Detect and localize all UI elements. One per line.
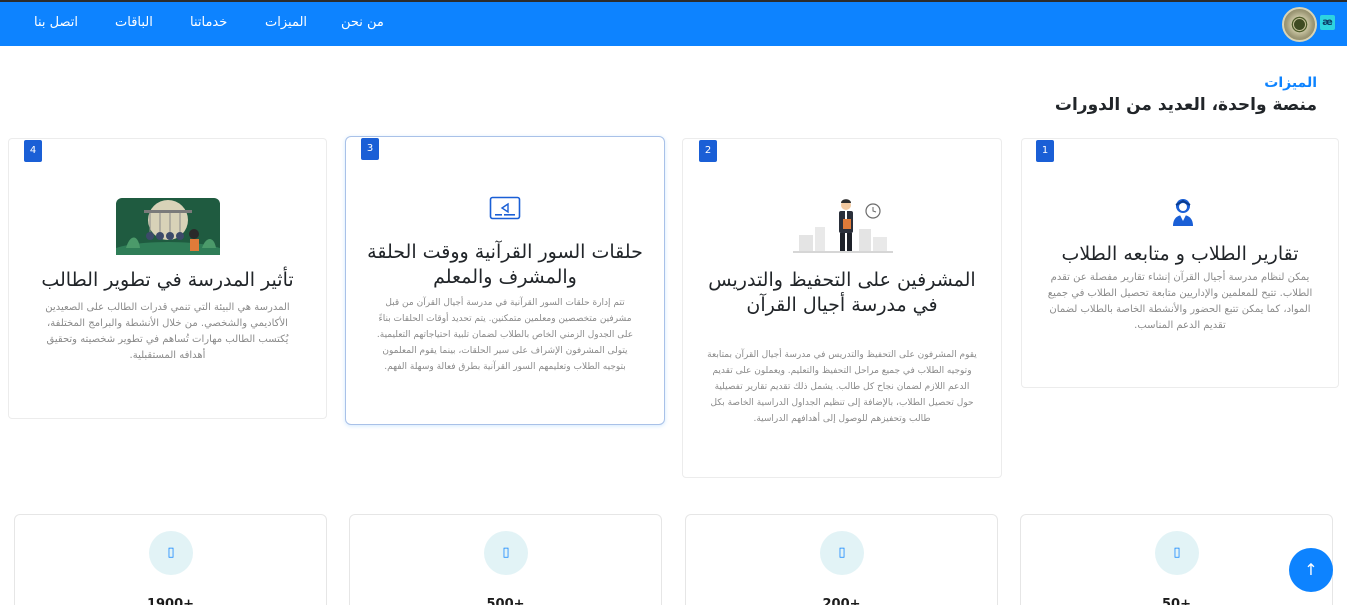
nav-link-services[interactable]: خدماتنا — [190, 15, 227, 30]
nav-link-features[interactable]: الميزات — [265, 15, 307, 30]
feature-title: حلقات السور القرآنية ووقت الحلقة والمشرف… — [367, 241, 643, 288]
stat-value: 1900+ — [146, 597, 195, 605]
feature-description: يقوم المشرفون على التحفيظ والتدريس في مد… — [707, 350, 977, 424]
feature-title: تأثير المدرسة في تطوير الطالب — [41, 269, 294, 291]
feature-number-badge: 4 — [24, 140, 42, 162]
nav-link-packages[interactable]: الباقات — [115, 15, 153, 30]
stat-card-3: ▯ 500+ — [349, 514, 662, 605]
feature-title: تقارير الطلاب و متابعه الطلاب — [1061, 243, 1299, 265]
back-to-top-button[interactable]: ↑ — [1289, 548, 1333, 592]
stat-value: 200+ — [822, 597, 861, 605]
stat-icon: ▯ — [1155, 531, 1199, 575]
brand-icon[interactable]: æ — [1320, 15, 1335, 30]
top-navbar: من نحن الميزات خدماتنا الباقات اتصل بنا … — [0, 0, 1347, 46]
stat-value: 500+ — [486, 597, 525, 605]
feature-description: تتم إدارة حلقات السور القرآنية في مدرسة … — [376, 298, 634, 372]
feature-card-3[interactable]: 3 حلقات السور القرآنية ووقت الحلقة والمش… — [345, 136, 665, 425]
feature-description: المدرسة هي البيئة التي تنمي قدرات الطالب… — [45, 302, 290, 361]
section-title: منصة واحدة، العديد من الدورات — [1054, 95, 1317, 115]
school-impact-illustration — [116, 198, 220, 255]
student-icon — [1173, 199, 1193, 226]
supervisor-illustration — [793, 199, 893, 253]
feature-card-2[interactable]: 2 المشرفين على التحفيظ والتدريس في مدرسة… — [682, 138, 1002, 478]
section-eyebrow: الميزات — [1264, 75, 1317, 91]
stat-icon: ▯ — [484, 531, 528, 575]
feature-description: يمكن لنظام مدرسة أجيال القرآن إنشاء تقار… — [1047, 272, 1313, 331]
feature-number-badge: 1 — [1036, 140, 1054, 162]
stat-card-4: ▯ 1900+ — [14, 514, 327, 605]
stat-icon: ▯ — [820, 531, 864, 575]
stat-icon: ▯ — [149, 531, 193, 575]
stat-value: 50+ — [1162, 597, 1191, 605]
seal-center — [1293, 18, 1306, 31]
feature-card-1[interactable]: 1 تقارير الطلاب و متابعه الطلاب يمكن لنظ… — [1021, 138, 1339, 388]
nav-link-about[interactable]: من نحن — [341, 15, 384, 30]
feature-title: المشرفين على التحفيظ والتدريس في مدرسة أ… — [708, 269, 976, 316]
feature-card-4[interactable]: 4 تأثير المدرسة في تطوير الطالب المدرسة … — [8, 138, 327, 419]
nav-link-contact[interactable]: اتصل بنا — [34, 15, 78, 30]
video-screen-icon — [489, 196, 521, 220]
feature-number-badge: 3 — [361, 138, 379, 160]
school-seal-icon[interactable] — [1282, 7, 1317, 42]
stat-card-2: ▯ 200+ — [685, 514, 998, 605]
stat-card-1: ▯ 50+ — [1020, 514, 1333, 605]
feature-number-badge: 2 — [699, 140, 717, 162]
